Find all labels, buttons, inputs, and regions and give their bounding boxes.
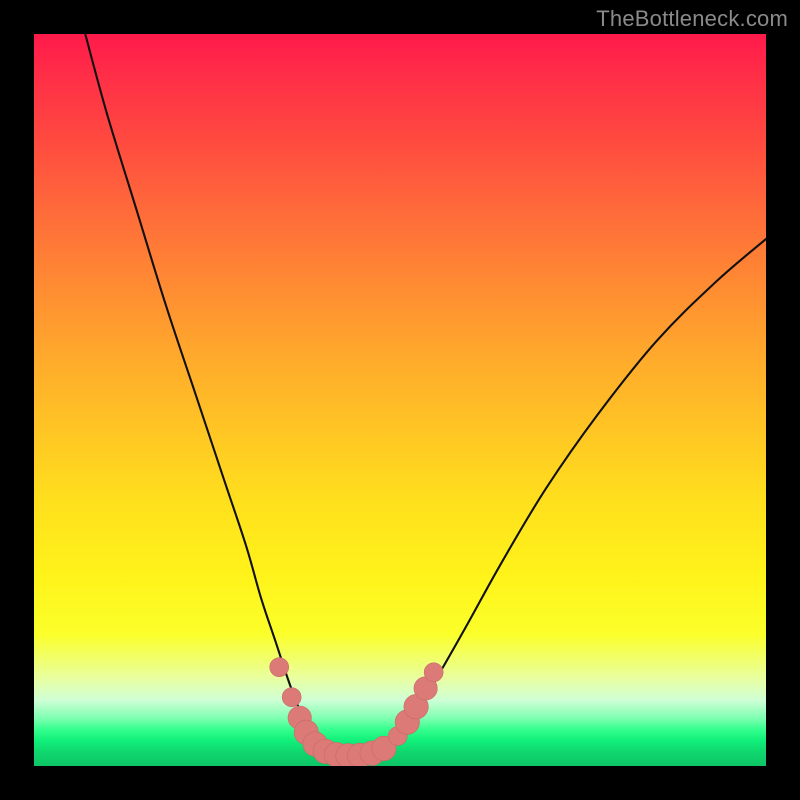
plot-area (34, 34, 766, 766)
curve-marker (424, 663, 443, 682)
bottleneck-chart (34, 34, 766, 766)
curve-markers (270, 658, 443, 766)
app-frame: TheBottleneck.com (0, 0, 800, 800)
curve-marker (270, 658, 289, 677)
watermark-text: TheBottleneck.com (596, 6, 788, 32)
curve-marker (282, 688, 301, 707)
bottleneck-curve-line (85, 34, 766, 756)
